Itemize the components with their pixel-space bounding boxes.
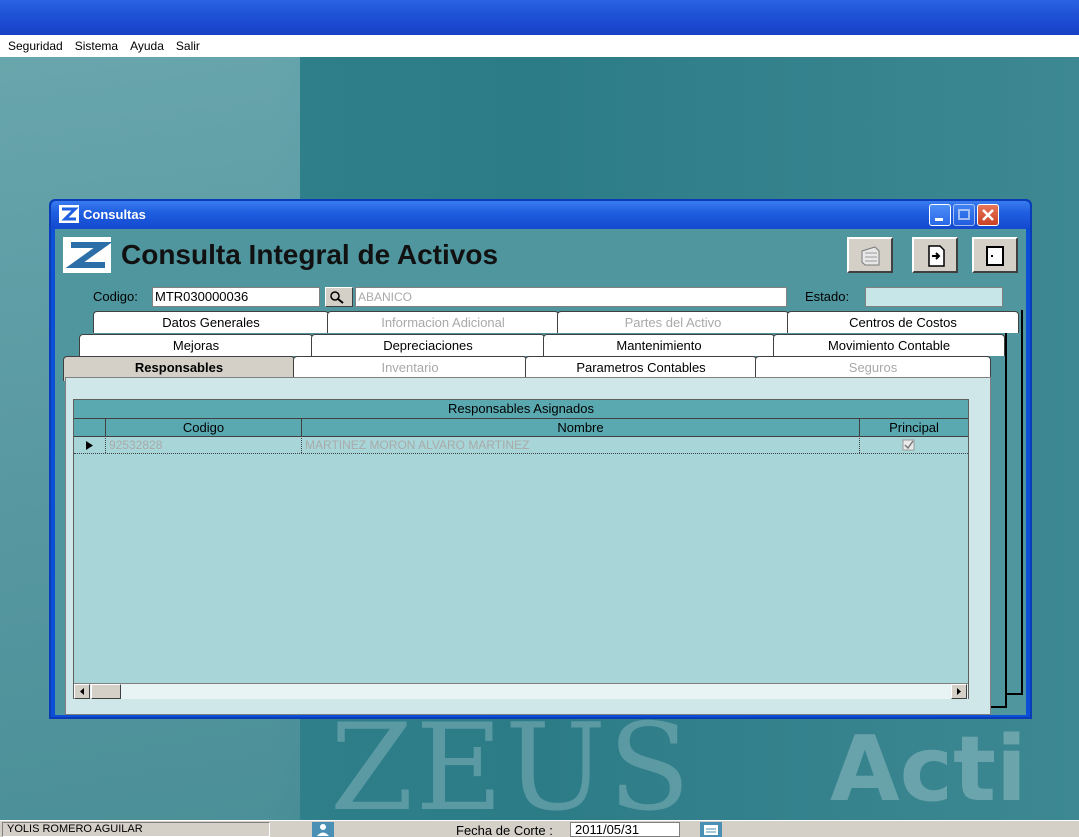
fecha-corte-label: Fecha de Corte : <box>456 823 553 837</box>
row-pointer-icon <box>86 441 93 450</box>
tab-depreciaciones[interactable]: Depreciaciones <box>311 334 545 356</box>
arrow-right-icon <box>957 688 961 695</box>
cell-nombre[interactable]: MARTINEZ MORON ALVARO MARTINEZ <box>302 438 860 453</box>
notebook-icon <box>861 246 880 266</box>
principal-checkbox[interactable] <box>860 438 966 452</box>
lookup-button[interactable] <box>325 287 353 307</box>
grid-caption: Responsables Asignados <box>74 400 968 419</box>
page-title: Consulta Integral de Activos <box>121 239 499 270</box>
horizontal-scrollbar[interactable] <box>74 683 968 699</box>
scroll-left-button[interactable] <box>74 684 90 699</box>
column-header-principal[interactable]: Principal <box>860 419 968 436</box>
column-header-codigo[interactable]: Codigo <box>106 419 302 436</box>
menu-seguridad[interactable]: Seguridad <box>8 39 63 53</box>
tab-parametros-contables[interactable]: Parametros Contables <box>525 356 757 378</box>
status-user: YOLIS ROMERO AGUILAR <box>2 822 270 837</box>
report-button[interactable] <box>847 237 893 273</box>
cell-principal[interactable] <box>860 438 968 453</box>
tab-mejoras[interactable]: Mejoras <box>79 334 313 356</box>
door-exit-icon <box>986 246 1004 266</box>
table-row[interactable]: 92532828 MARTINEZ MORON ALVARO MARTINEZ <box>74 438 968 454</box>
arrow-left-icon <box>80 688 84 695</box>
menu-bar: Seguridad Sistema Ayuda Salir <box>0 35 1079 57</box>
codigo-input[interactable]: MTR030000036 <box>152 287 320 307</box>
close-icon <box>982 209 994 221</box>
description-field: ABANICO <box>355 287 787 307</box>
calendar-icon[interactable] <box>700 822 722 837</box>
window-titlebar[interactable]: Consultas <box>51 201 1030 229</box>
row-indicator-header <box>74 419 106 436</box>
menu-salir[interactable]: Salir <box>176 39 200 53</box>
menu-sistema[interactable]: Sistema <box>75 39 118 53</box>
search-icon <box>330 291 344 304</box>
minimize-button[interactable] <box>929 204 951 226</box>
column-header-nombre[interactable]: Nombre <box>302 419 860 436</box>
zeus-watermark: ZEUS <box>330 699 693 821</box>
row-indicator <box>74 438 106 453</box>
maximize-icon <box>958 209 970 220</box>
app-logo-large-icon <box>63 237 111 273</box>
user-icon <box>312 822 334 837</box>
exit-button[interactable] <box>972 237 1018 273</box>
os-top-bar <box>0 0 1079 35</box>
tab-mantenimiento[interactable]: Mantenimiento <box>543 334 775 356</box>
tab-partes-del-activo[interactable]: Partes del Activo <box>557 311 789 333</box>
menu-ayuda[interactable]: Ayuda <box>130 39 164 53</box>
tab-informacion-adicional[interactable]: Informacion Adicional <box>327 311 559 333</box>
tab-centros-de-costos[interactable]: Centros de Costos <box>787 311 1019 333</box>
tab-seguros[interactable]: Seguros <box>755 356 991 378</box>
window-client-area: Consulta Integral de Activos Codigo: MTR… <box>55 229 1026 715</box>
status-bar: YOLIS ROMERO AGUILAR Fecha de Corte : 20… <box>0 820 1079 837</box>
app-logo-icon <box>59 205 79 223</box>
export-button[interactable] <box>912 237 958 273</box>
estado-label: Estado: <box>805 289 850 304</box>
tab-movimiento-contable[interactable]: Movimiento Contable <box>773 334 1005 356</box>
fecha-corte-value: 2011/05/31 <box>570 822 680 837</box>
maximize-button[interactable] <box>953 204 975 226</box>
consultas-window: Consultas Consulta Integral de Activos C… <box>49 199 1032 719</box>
minimize-icon <box>935 218 943 221</box>
tab-inventario[interactable]: Inventario <box>293 356 527 378</box>
file-import-icon <box>928 245 945 267</box>
grid-header: Codigo Nombre Principal <box>74 419 968 437</box>
cell-codigo[interactable]: 92532828 <box>106 438 302 453</box>
acti-watermark: Acti <box>830 717 1027 820</box>
window-title: Consultas <box>83 207 146 222</box>
close-button[interactable] <box>977 204 999 226</box>
codigo-label: Codigo: <box>93 289 138 304</box>
scroll-thumb[interactable] <box>91 684 121 699</box>
tab-datos-generales[interactable]: Datos Generales <box>93 311 329 333</box>
responsables-grid[interactable]: Responsables Asignados Codigo Nombre Pri… <box>73 399 969 699</box>
scroll-right-button[interactable] <box>951 684 967 699</box>
estado-field <box>865 287 1003 307</box>
